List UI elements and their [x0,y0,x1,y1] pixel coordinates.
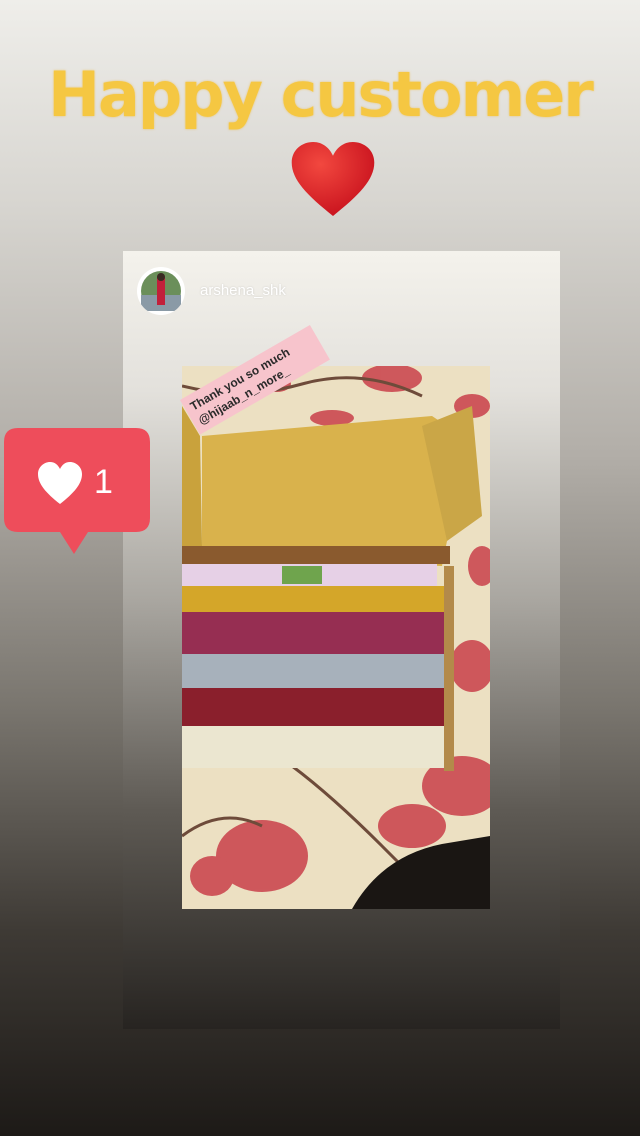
post-photo [182,366,490,909]
story-title: Happy customer [48,58,594,131]
like-count-sticker[interactable] [4,428,150,558]
like-count: 1 [94,463,113,501]
avatar[interactable] [137,267,185,315]
post-username[interactable]: arshena_shk [200,282,286,299]
heart-icon [291,142,375,216]
